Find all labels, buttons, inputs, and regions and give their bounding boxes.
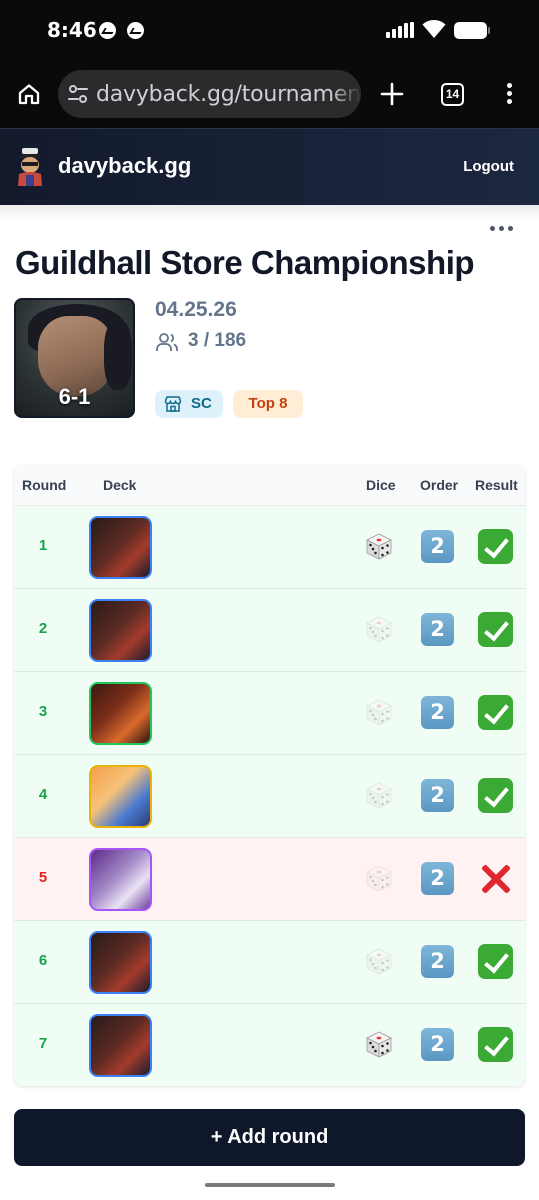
site-settings-icon[interactable]	[67, 83, 89, 105]
leader-card: 6-1	[14, 298, 135, 418]
status-bar: 8:46	[0, 0, 539, 62]
rounds-table: Round Deck Dice Order Result 12223242526…	[14, 465, 525, 1086]
players-count: 3 / 186	[188, 330, 247, 351]
placement-badge: Top 8	[233, 390, 303, 418]
battery-icon	[454, 22, 490, 39]
header-result: Result	[475, 477, 518, 493]
address-bar[interactable]: davyback.gg/tournaments	[58, 70, 361, 118]
table-row[interactable]: 22	[14, 589, 525, 672]
deck-leader-image[interactable]	[89, 516, 152, 579]
dice-icon[interactable]	[363, 613, 395, 645]
check-mark-icon[interactable]	[478, 612, 513, 647]
wifi-icon	[422, 20, 446, 38]
order-badge[interactable]: 2	[421, 779, 454, 812]
dice-icon[interactable]	[363, 530, 395, 562]
deck-leader-image[interactable]	[89, 931, 152, 994]
deck-leader-image[interactable]	[89, 765, 152, 828]
dice-icon[interactable]	[363, 779, 395, 811]
table-row[interactable]: 32	[14, 672, 525, 755]
table-row[interactable]: 12	[14, 506, 525, 589]
order-badge[interactable]: 2	[421, 945, 454, 978]
check-mark-icon[interactable]	[478, 944, 513, 979]
check-mark-icon[interactable]	[478, 529, 513, 564]
url-text: davyback.gg/tournaments	[96, 82, 361, 107]
page-title: Guildhall Store Championship	[15, 244, 475, 281]
signal-icon	[386, 22, 414, 38]
new-tab-icon[interactable]	[380, 82, 404, 106]
check-mark-icon[interactable]	[478, 1027, 513, 1062]
round-number: 4	[38, 786, 48, 803]
round-number: 7	[38, 1035, 48, 1052]
badge-sc-label: SC	[191, 395, 212, 412]
table-row[interactable]: 62	[14, 921, 525, 1004]
site-logo[interactable]	[14, 146, 46, 188]
messenger-icon	[127, 22, 144, 39]
round-number: 6	[38, 952, 48, 969]
header-deck: Deck	[103, 477, 137, 493]
deck-leader-image[interactable]	[89, 1014, 152, 1077]
header-dice: Dice	[366, 477, 396, 493]
messenger-icon	[99, 22, 116, 39]
users-icon	[156, 333, 178, 351]
check-mark-icon[interactable]	[478, 695, 513, 730]
more-vert-icon[interactable]	[507, 83, 513, 105]
check-mark-icon[interactable]	[478, 778, 513, 813]
dice-icon[interactable]	[363, 696, 395, 728]
round-number: 3	[38, 703, 48, 720]
order-badge[interactable]: 2	[421, 1028, 454, 1061]
dice-icon[interactable]	[363, 1028, 395, 1060]
table-header: Round Deck Dice Order Result	[14, 465, 525, 506]
round-number: 5	[38, 869, 48, 886]
deck-leader-image[interactable]	[89, 599, 152, 662]
deck-leader-image[interactable]	[89, 682, 152, 745]
order-badge[interactable]: 2	[421, 696, 454, 729]
deck-leader-image[interactable]	[89, 848, 152, 911]
logout-link[interactable]: Logout	[463, 158, 514, 175]
home-icon[interactable]	[17, 82, 41, 106]
record-label: 6-1	[58, 384, 91, 409]
site-header: davyback.gg Logout	[0, 128, 539, 205]
table-row[interactable]: 72	[14, 1004, 525, 1086]
cross-mark-icon[interactable]	[478, 861, 513, 896]
round-number: 2	[38, 620, 48, 637]
order-badge[interactable]: 2	[421, 862, 454, 895]
order-badge[interactable]: 2	[421, 530, 454, 563]
tabs-icon[interactable]: 14	[441, 83, 464, 106]
store-championship-badge: SC	[155, 390, 223, 418]
site-name[interactable]: davyback.gg	[58, 153, 191, 179]
table-row[interactable]: 52	[14, 838, 525, 921]
header-order: Order	[420, 477, 459, 493]
store-icon	[164, 396, 182, 412]
round-number: 1	[38, 537, 48, 554]
dice-icon[interactable]	[363, 945, 395, 977]
header-round: Round	[22, 477, 67, 493]
order-badge[interactable]: 2	[421, 613, 454, 646]
more-horiz-icon[interactable]	[490, 226, 514, 232]
status-time: 8:46	[47, 18, 97, 42]
add-round-button[interactable]: + Add round	[14, 1109, 525, 1166]
home-indicator[interactable]	[205, 1183, 335, 1187]
dice-icon[interactable]	[363, 862, 395, 894]
table-row[interactable]: 42	[14, 755, 525, 838]
event-date: 04.25.26	[155, 298, 237, 321]
